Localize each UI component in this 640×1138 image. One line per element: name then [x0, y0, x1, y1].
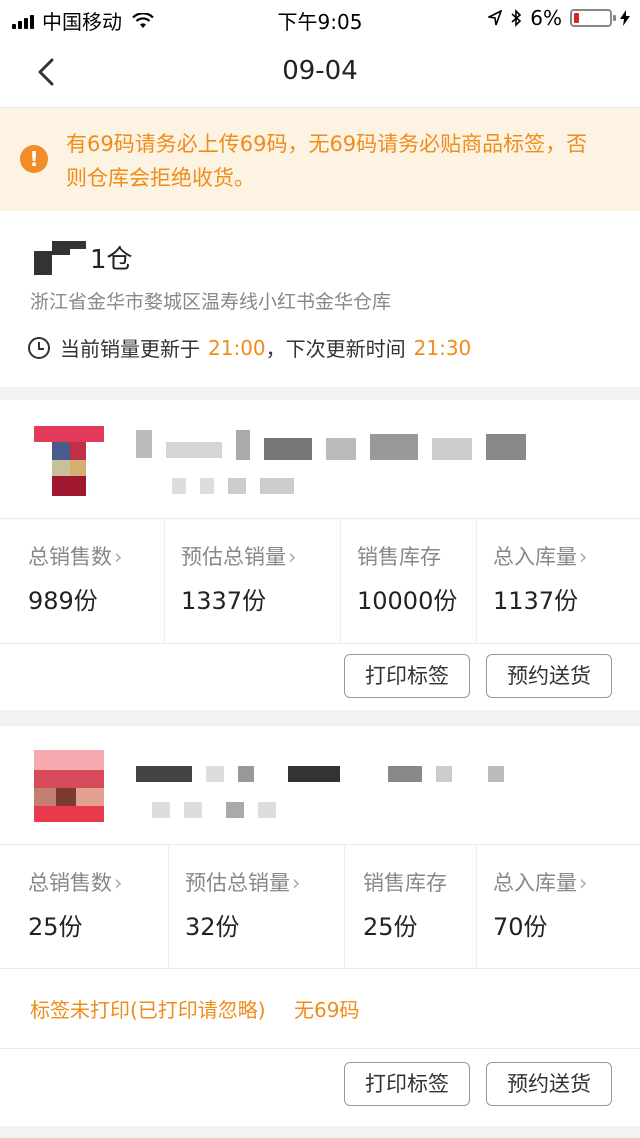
product-thumbnail[interactable]: [34, 426, 104, 496]
stat-value: 1337份: [181, 587, 267, 615]
stat-label: 总销售数: [28, 871, 112, 895]
product-card: 总销售数› 989份 预估总销量› 1337份 销售库存 10000份 总入库量…: [0, 400, 640, 710]
print-label-button[interactable]: 打印标签: [344, 1062, 470, 1106]
notice-text: 有69码请务必上传69码，无69码请务必贴商品标签，否则仓库会拒绝收货。: [66, 132, 588, 190]
stat-total-inbound[interactable]: 总入库量› 70份: [476, 845, 640, 969]
notice-banner: ! 有69码请务必上传69码，无69码请务必贴商品标签，否则仓库会拒绝收货。: [0, 109, 640, 211]
divider: [0, 1048, 640, 1049]
update-prefix: 当前销量更新于: [60, 337, 200, 361]
location-arrow-icon: [488, 10, 503, 26]
chevron-right-icon: ›: [288, 545, 297, 569]
schedule-delivery-button[interactable]: 预约送货: [486, 1062, 612, 1106]
no-69-code-text: 无69码: [293, 998, 360, 1022]
battery-percent: 6%: [530, 6, 562, 30]
stat-sales-stock: 销售库存 10000份: [340, 519, 476, 643]
stat-total-sales[interactable]: 总销售数› 25份: [0, 845, 168, 969]
divider: [0, 643, 640, 644]
charging-bolt-icon: [620, 10, 630, 26]
print-label-button[interactable]: 打印标签: [344, 654, 470, 698]
product-thumbnail[interactable]: [34, 750, 104, 822]
page-title: 09-04: [282, 56, 358, 86]
product-card: 总销售数› 25份 预估总销量› 32份 销售库存 25份 总入库量› 70份 …: [0, 726, 640, 1126]
exclamation-circle-icon: !: [20, 145, 48, 173]
divider: [0, 968, 640, 969]
bluetooth-icon: [511, 9, 522, 27]
redacted-product-subtitle: [172, 478, 294, 494]
chevron-right-icon: ›: [114, 545, 123, 569]
stat-label: 销售库存: [363, 871, 447, 895]
warehouse-card: 1仓 浙江省金华市婺城区温寿线小红书金华仓库 当前销量更新于 21:00 ，下次…: [0, 211, 640, 387]
warehouse-address: 浙江省金华市婺城区温寿线小红书金华仓库: [30, 291, 392, 313]
update-time: 21:00: [208, 335, 266, 360]
warehouse-name-suffix: 1仓: [90, 245, 133, 275]
stat-label: 总入库量: [493, 545, 577, 569]
stat-value: 25份: [28, 913, 83, 941]
nav-bar: 09-04: [0, 36, 640, 108]
stat-value: 10000份: [357, 587, 458, 615]
warehouse-name: 1仓: [32, 239, 133, 276]
stat-total-inbound[interactable]: 总入库量› 1137份: [476, 519, 640, 643]
stat-value: 1137份: [493, 587, 579, 615]
clock-icon: [28, 336, 50, 359]
stat-value: 25份: [363, 913, 418, 941]
stats-row: 总销售数› 25份 预估总销量› 32份 销售库存 25份 总入库量› 70份: [0, 845, 640, 969]
stat-label: 总入库量: [493, 871, 577, 895]
status-bar: 中国移动 下午9:05 6%: [0, 0, 640, 36]
stat-total-sales[interactable]: 总销售数› 989份: [0, 519, 164, 643]
chevron-right-icon: ›: [114, 871, 123, 895]
stat-label: 总销售数: [28, 545, 112, 569]
stat-value: 989份: [28, 587, 98, 615]
next-update-time: 21:30: [413, 335, 472, 360]
next-update-prefix: ，下次更新时间: [265, 337, 406, 361]
redacted-product-title: [136, 766, 504, 782]
stats-row: 总销售数› 989份 预估总销量› 1337份 销售库存 10000份 总入库量…: [0, 519, 640, 643]
label-warning: 标签未打印(已打印请忽略) 无69码: [30, 994, 359, 1023]
redacted-product-title: [136, 430, 526, 460]
stat-label: 销售库存: [357, 545, 441, 569]
stat-estimated-sales[interactable]: 预估总销量› 1337份: [164, 519, 340, 643]
chevron-right-icon: ›: [579, 871, 588, 895]
stat-value: 70份: [493, 913, 548, 941]
stat-label: 预估总销量: [185, 871, 290, 895]
redacted-warehouse-prefix: [32, 240, 88, 275]
schedule-delivery-button[interactable]: 预约送货: [486, 654, 612, 698]
stat-value: 32份: [185, 913, 240, 941]
stat-estimated-sales[interactable]: 预估总销量› 32份: [168, 845, 344, 969]
redacted-product-subtitle: [152, 802, 276, 818]
chevron-right-icon: ›: [579, 545, 588, 569]
label-not-printed-text: 标签未打印(已打印请忽略): [30, 998, 266, 1022]
status-right: 6%: [488, 6, 630, 30]
chevron-right-icon: ›: [292, 871, 301, 895]
stat-label: 预估总销量: [181, 545, 286, 569]
sales-update-info: 当前销量更新于 21:00 ，下次更新时间 21:30: [28, 333, 471, 362]
stat-sales-stock: 销售库存 25份: [344, 845, 476, 969]
battery-icon: [570, 9, 616, 27]
